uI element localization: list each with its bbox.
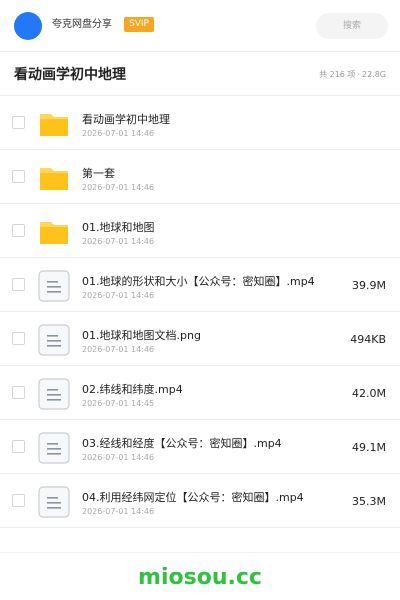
document-file-icon (38, 270, 70, 302)
select-checkbox[interactable] (12, 224, 25, 237)
file-date: 2026-07-01 14:46 (82, 291, 155, 300)
file-date: 2026-07-01 14:46 (82, 345, 155, 354)
file-row[interactable]: 04.利用经纬网定位【公众号：密知圈】.mp4 2026-07-01 14:46 3… (0, 474, 400, 528)
select-checkbox[interactable] (12, 440, 25, 453)
file-name[interactable]: 01.地球和地图 (82, 221, 155, 235)
file-row[interactable]: 02.纬线和纬度.mp4 2026-07-01 14:45 42.0M (0, 366, 400, 420)
folder-summary: 共 216 项 · 22.8G (319, 69, 386, 81)
folder-row[interactable]: 01.地球和地图 2026-07-01 14:46 (0, 204, 400, 258)
document-file-icon (38, 324, 70, 356)
file-name[interactable]: 01.地球的形状和大小【公众号：密知圈】.mp4 (82, 275, 315, 289)
file-size: 35.3M (352, 495, 386, 508)
file-size: 49.1M (352, 441, 386, 454)
folder-icon (38, 108, 70, 140)
document-file-icon (38, 432, 70, 464)
file-size: 42.0M (352, 387, 386, 400)
top-bar: 夸克网盘分享 SVIP 搜索 (0, 0, 400, 52)
select-checkbox[interactable] (12, 386, 25, 399)
file-name[interactable]: 02.纬线和纬度.mp4 (82, 383, 183, 397)
file-row[interactable]: 01.地球和地图文档.png 2026-07-01 14:46 494KB (0, 312, 400, 366)
select-checkbox[interactable] (12, 278, 25, 291)
avatar[interactable] (14, 12, 42, 40)
folder-row[interactable]: 看动画学初中地理 2026-07-01 14:46 (0, 96, 400, 150)
svip-badge: SVIP (124, 17, 154, 32)
file-row[interactable]: 01.地球的形状和大小【公众号：密知圈】.mp4 2026-07-01 14:46… (0, 258, 400, 312)
footer: miosou.cc (0, 552, 400, 600)
search-input[interactable]: 搜索 (316, 13, 388, 39)
file-date: 2026-07-01 14:46 (82, 453, 155, 462)
file-name[interactable]: 第一套 (82, 167, 115, 181)
file-date: 2026-07-01 14:46 (82, 183, 155, 192)
file-date: 2026-07-01 14:46 (82, 237, 155, 246)
file-name[interactable]: 看动画学初中地理 (82, 113, 170, 127)
file-list: 看动画学初中地理 2026-07-01 14:46 第一套 2026-07-01 14… (0, 96, 400, 528)
file-name[interactable]: 01.地球和地图文档.png (82, 329, 201, 343)
select-checkbox[interactable] (12, 170, 25, 183)
select-checkbox[interactable] (12, 116, 25, 129)
file-name[interactable]: 04.利用经纬网定位【公众号：密知圈】.mp4 (82, 491, 304, 505)
item-count: 共 216 项 (319, 70, 356, 79)
watermark: miosou.cc (138, 565, 262, 590)
select-checkbox[interactable] (12, 332, 25, 345)
page-title: 看动画学初中地理 (14, 67, 126, 83)
file-date: 2026-07-01 14:46 (82, 129, 155, 138)
file-date: 2026-07-01 14:45 (82, 399, 155, 408)
total-size: 22.8G (361, 70, 386, 79)
file-date: 2026-07-01 14:46 (82, 507, 155, 516)
select-checkbox[interactable] (12, 494, 25, 507)
file-name[interactable]: 03.经线和经度【公众号：密知圈】.mp4 (82, 437, 282, 451)
username: 夸克网盘分享 (52, 19, 112, 30)
folder-header: 看动画学初中地理 共 216 项 · 22.8G (0, 52, 400, 96)
file-size: 39.9M (352, 279, 386, 292)
summary-separator: · (357, 70, 360, 79)
document-file-icon (38, 378, 70, 410)
document-file-icon (38, 486, 70, 518)
folder-icon (38, 162, 70, 194)
file-size: 494KB (350, 333, 386, 346)
folder-icon (38, 216, 70, 248)
folder-row[interactable]: 第一套 2026-07-01 14:46 (0, 150, 400, 204)
file-row[interactable]: 03.经线和经度【公众号：密知圈】.mp4 2026-07-01 14:46 49.… (0, 420, 400, 474)
